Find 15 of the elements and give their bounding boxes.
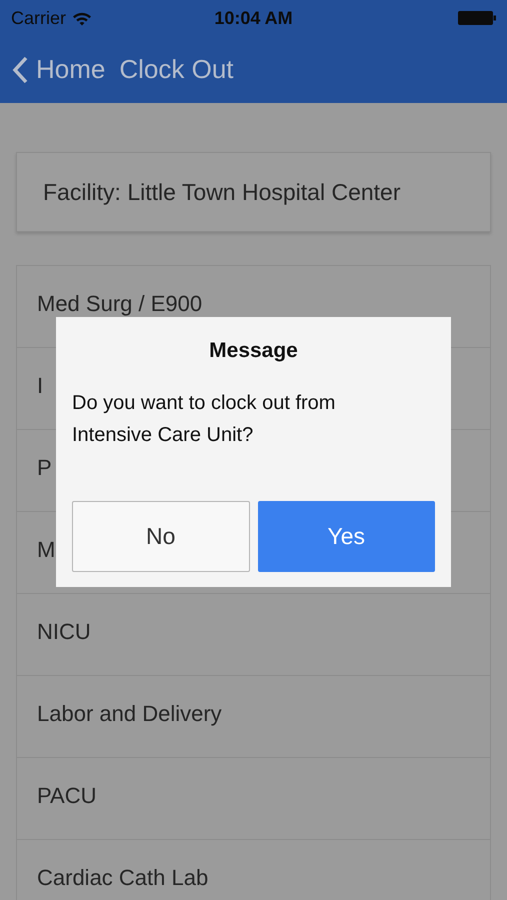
wifi-icon bbox=[72, 10, 92, 26]
unit-list-item[interactable]: PACU bbox=[17, 758, 490, 840]
confirm-button[interactable]: Yes bbox=[258, 501, 435, 572]
unit-list-item[interactable]: Cardiac Cath Lab bbox=[17, 840, 490, 900]
battery-icon bbox=[458, 11, 496, 25]
dialog-message: Do you want to clock out from Intensive Care Unit? bbox=[72, 391, 336, 448]
unit-list-item[interactable]: Labor and Delivery bbox=[17, 676, 490, 758]
clock-time: 10:04 AM bbox=[214, 8, 293, 28]
facility-card: Facility: Little Town Hospital Center bbox=[16, 152, 491, 232]
back-button[interactable]: Home bbox=[12, 54, 106, 85]
carrier-label: Carrier bbox=[11, 8, 66, 28]
cancel-button[interactable]: No bbox=[72, 501, 250, 572]
chevron-left-icon bbox=[12, 56, 28, 84]
unit-list-item[interactable]: NICU bbox=[17, 594, 490, 676]
page-title: Clock Out bbox=[119, 54, 234, 85]
